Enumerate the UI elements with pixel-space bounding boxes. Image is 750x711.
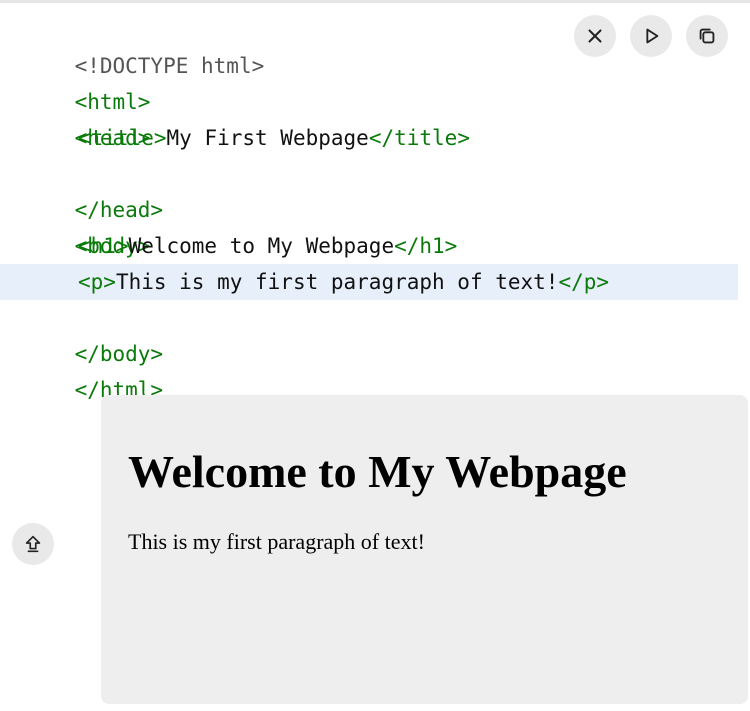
code-line-body-close: </body> bbox=[0, 300, 738, 366]
text-token: This is my first paragraph of text! bbox=[115, 270, 559, 294]
tag-token: <title> bbox=[78, 126, 167, 150]
rendered-preview: Welcome to My Webpage This is my first p… bbox=[101, 395, 748, 704]
tag-token: </h1> bbox=[394, 234, 458, 258]
preview-paragraph: This is my first paragraph of text! bbox=[128, 529, 425, 554]
text-token: My First Webpage bbox=[166, 126, 369, 150]
play-icon bbox=[646, 28, 659, 44]
top-divider bbox=[0, 0, 750, 3]
code-line-title: <title>My First Webpage</title> bbox=[0, 120, 738, 156]
close-icon bbox=[588, 29, 602, 43]
share-button[interactable] bbox=[12, 523, 54, 565]
code-line-p-highlighted: <p>This is my first paragraph of text!</… bbox=[0, 264, 738, 300]
tag-token: <p> bbox=[78, 270, 116, 294]
code-line-head-close: </head> bbox=[0, 156, 738, 222]
text-token: Welcome to My Webpage bbox=[128, 234, 395, 258]
code-toolbar bbox=[574, 15, 728, 57]
preview-heading: Welcome to My Webpage bbox=[128, 446, 627, 497]
tag-token: </title> bbox=[368, 126, 470, 150]
tag-token: <h1> bbox=[78, 234, 129, 258]
run-button[interactable] bbox=[630, 15, 672, 57]
code-editor[interactable]: <!DOCTYPE html> <html> <head> <title>My … bbox=[0, 12, 738, 402]
code-line-h1: <h1>Welcome to My Webpage</h1> bbox=[0, 228, 738, 264]
tag-token: </p> bbox=[558, 270, 610, 294]
doctype-token: <!DOCTYPE html> bbox=[74, 54, 265, 78]
copy-button[interactable] bbox=[686, 15, 728, 57]
tag-token: <html> bbox=[74, 90, 151, 114]
tag-token: </body> bbox=[74, 342, 164, 366]
tag-token: </head> bbox=[74, 198, 164, 222]
copy-icon bbox=[699, 28, 715, 44]
close-button[interactable] bbox=[574, 15, 616, 57]
share-upload-icon bbox=[25, 535, 41, 553]
